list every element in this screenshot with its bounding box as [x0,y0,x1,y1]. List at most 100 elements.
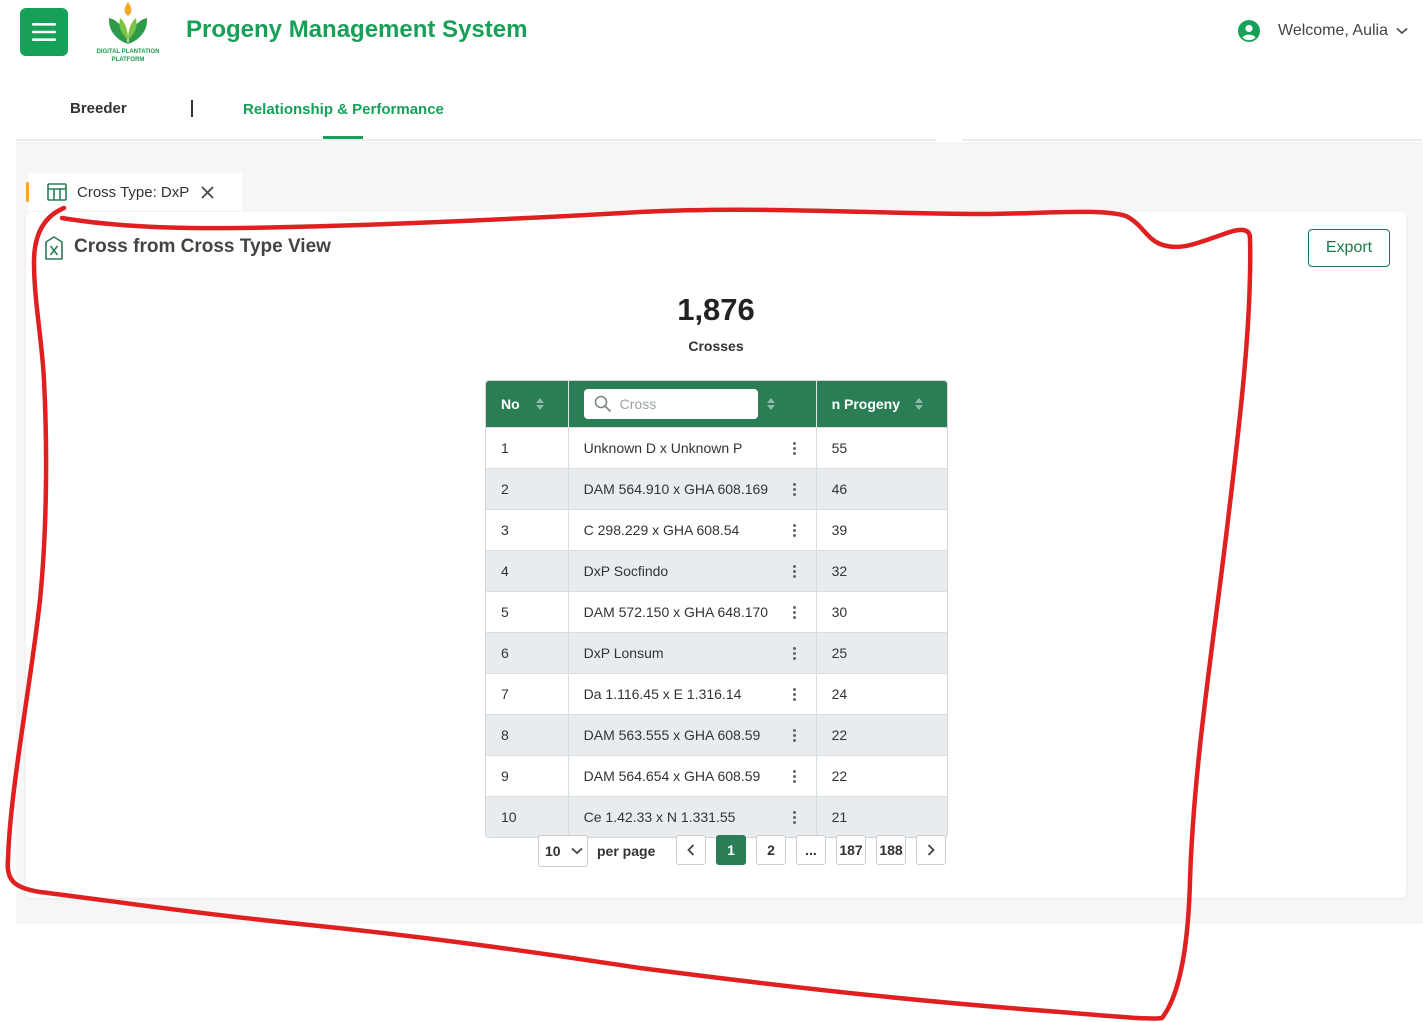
total-crosses-value: 1,876 [677,292,755,327]
user-greeting: Welcome, Aulia [1278,22,1388,39]
cell-n-progeny: 46 [831,481,848,497]
cell-n-progeny: 22 [831,768,848,784]
more-vertical-icon[interactable] [792,647,796,660]
app-title: Progeny Management System [186,16,528,43]
excel-file-icon [44,236,64,265]
app-logo: DIGITAL PLANTATION PLATFORM [88,0,168,66]
cell-n-progeny: 24 [831,686,848,702]
export-button[interactable]: Export [1308,229,1390,267]
cell-cross: Unknown D x Unknown P [583,440,743,456]
more-vertical-icon[interactable] [792,729,796,742]
table-row[interactable]: 6 DxP Lonsum 25 [486,632,947,673]
tab-relationship-performance[interactable]: Relationship & Performance [243,101,444,118]
column-header-no[interactable]: No [486,381,569,427]
cell-cross: DAM 564.910 x GHA 608.169 [583,481,769,497]
previous-page-button[interactable] [676,835,706,865]
user-menu[interactable]: Welcome, Aulia [1238,20,1408,42]
table-header: No n Progeny [486,381,947,427]
sort-icon[interactable] [536,398,544,410]
page-button-1[interactable]: 1 [716,835,746,865]
cell-cross: DAM 563.555 x GHA 608.59 [583,727,761,743]
cell-no: 1 [501,440,509,456]
cell-cross: Ce 1.42.33 x N 1.331.55 [583,809,736,825]
sort-icon[interactable] [766,398,775,410]
more-vertical-icon[interactable] [792,688,796,701]
table-row[interactable]: 4 DxP Socfindo 32 [486,550,947,591]
column-header-n-progeny[interactable]: n Progeny [817,381,947,427]
cell-cross: DAM 564.654 x GHA 608.59 [583,768,761,784]
more-vertical-icon[interactable] [792,606,796,619]
column-label-no: No [501,396,520,412]
menu-button[interactable] [20,8,68,56]
column-label-n-progeny: n Progeny [831,396,901,412]
chevron-down-icon [1396,27,1408,35]
chevron-right-icon [927,844,935,856]
cell-cross: Da 1.116.45 x E 1.316.14 [583,686,742,702]
crosses-table: No n Progeny 1 Unknown D x Unknown P 55 … [485,380,948,838]
sort-icon[interactable] [914,398,923,410]
column-header-cross [569,381,817,427]
tabs-divider-right [962,139,1422,141]
page-button-187[interactable]: 187 [836,835,866,865]
chevron-down-icon [570,847,583,855]
cell-no: 2 [501,481,509,497]
cell-n-progeny: 39 [831,522,848,538]
cell-n-progeny: 32 [831,563,848,579]
next-page-button[interactable] [916,835,946,865]
cell-no: 9 [501,768,509,784]
cell-no: 8 [501,727,509,743]
cell-cross: DxP Socfindo [583,563,669,579]
table-row[interactable]: 3 C 298.229 x GHA 608.54 39 [486,509,947,550]
per-page-label: per page [597,843,656,859]
cell-no: 10 [501,809,517,825]
cell-n-progeny: 55 [831,440,848,456]
table-row[interactable]: 9 DAM 564.654 x GHA 608.59 22 [486,755,947,796]
tab-breeder[interactable]: Breeder [70,100,127,117]
cell-no: 6 [501,645,509,661]
cell-n-progeny: 30 [831,604,848,620]
more-vertical-icon[interactable] [792,565,796,578]
page-ellipsis[interactable]: ... [796,835,826,865]
table-row[interactable]: 8 DAM 563.555 x GHA 608.59 22 [486,714,947,755]
cross-search-field[interactable] [583,389,758,419]
plant-logo-icon [108,2,148,44]
more-vertical-icon[interactable] [792,524,796,537]
logo-caption: DIGITAL PLANTATION PLATFORM [96,49,160,63]
filter-chip-label: Cross Type: DxP [77,183,190,201]
card-title: Cross from Cross Type View [74,236,331,257]
chevron-left-icon [687,844,695,856]
table-row[interactable]: 7 Da 1.116.45 x E 1.316.14 24 [486,673,947,714]
cell-no: 3 [501,522,509,538]
page-button-2[interactable]: 2 [756,835,786,865]
cell-no: 4 [501,563,509,579]
more-vertical-icon[interactable] [792,811,796,824]
table-row[interactable]: 10 Ce 1.42.33 x N 1.331.55 21 [486,796,947,837]
table-row[interactable]: 1 Unknown D x Unknown P 55 [486,427,947,468]
filter-chip[interactable]: Cross Type: DxP [26,173,242,211]
cross-search-input[interactable] [617,395,742,413]
cell-n-progeny: 21 [831,809,848,825]
cell-n-progeny: 22 [831,727,848,743]
total-crosses-label: Crosses [688,338,744,354]
cell-n-progeny: 25 [831,645,848,661]
cell-cross: DAM 572.150 x GHA 648.170 [583,604,769,620]
more-vertical-icon[interactable] [792,770,796,783]
table-row[interactable]: 5 DAM 572.150 x GHA 648.170 30 [486,591,947,632]
page-button-188[interactable]: 188 [876,835,906,865]
user-avatar-icon [1238,20,1260,42]
search-icon [594,395,611,413]
cell-cross: C 298.229 x GHA 608.54 [583,522,740,538]
table-row[interactable]: 2 DAM 564.910 x GHA 608.169 46 [486,468,947,509]
chip-accent-bar [26,182,29,202]
tabs-divider-left [16,139,936,141]
per-page-value: 10 [545,843,561,859]
cell-cross: DxP Lonsum [583,645,664,661]
table-icon [47,183,67,201]
tab-divider [191,100,193,117]
hamburger-icon [32,23,56,41]
close-icon[interactable] [201,185,214,199]
cell-no: 7 [501,686,509,702]
more-vertical-icon[interactable] [792,442,796,455]
per-page-select[interactable]: 10 [538,835,588,867]
more-vertical-icon[interactable] [792,483,796,496]
